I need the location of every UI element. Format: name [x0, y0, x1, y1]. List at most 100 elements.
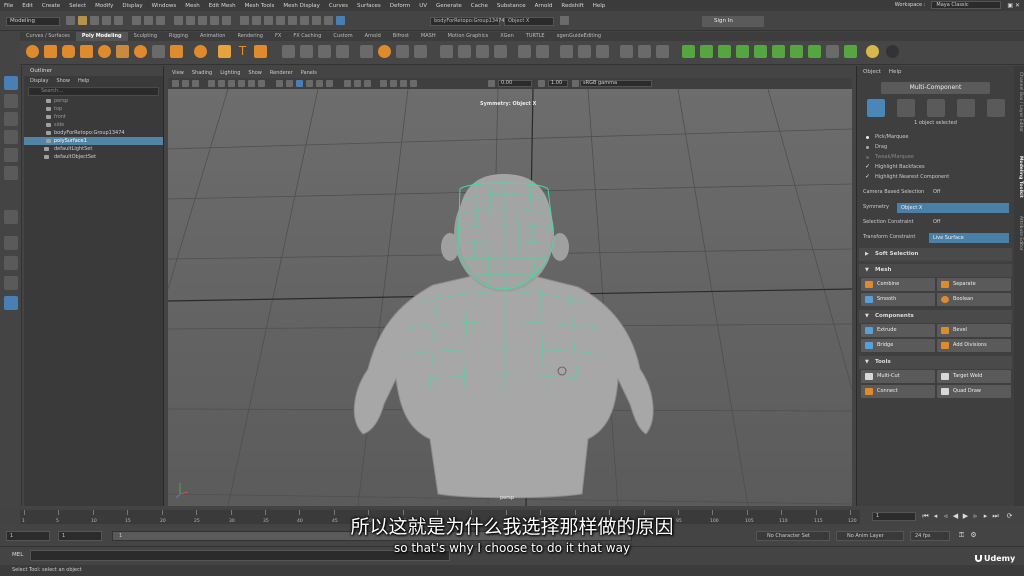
edge-mode-icon[interactable] [927, 99, 945, 117]
shelf-tab-bifrost[interactable]: Bifrost [387, 32, 415, 41]
window-controls-icon[interactable]: ▣ ✕ [1007, 2, 1020, 9]
outliner-row-side[interactable]: side [24, 121, 163, 129]
menu-help[interactable]: Help [593, 3, 606, 9]
viewport-menu-shading[interactable]: Shading [192, 68, 212, 78]
outliner-row-front[interactable]: front [24, 113, 163, 121]
anti-aliasing-icon[interactable] [364, 80, 371, 87]
poly-cylinder-icon[interactable] [62, 45, 75, 58]
shelf-tab-motion-graphics[interactable]: Motion Graphics [442, 32, 495, 41]
vertex-mode-icon[interactable] [897, 99, 915, 117]
snap-curve-icon[interactable] [186, 16, 195, 25]
mesh-section[interactable]: ▼ Mesh [859, 264, 1012, 277]
menu-file[interactable]: File [4, 3, 13, 9]
poly-plane-icon[interactable] [116, 45, 129, 58]
drag-option[interactable]: Drag [857, 142, 1014, 152]
outliner-row-object-set[interactable]: defaultObjectSet [24, 153, 163, 161]
symmetry-dropdown-toolkit[interactable]: Object X [897, 203, 1009, 213]
toolkit-menu-object[interactable]: Object [863, 66, 881, 78]
menu-redshift[interactable]: Redshift [561, 3, 583, 9]
select-tool-icon[interactable] [4, 76, 18, 90]
outliner-row-light-set[interactable]: defaultLightSet [24, 145, 163, 153]
save-scene-icon[interactable] [90, 16, 99, 25]
pick-marquee-option[interactable]: Pick/Marquee [857, 132, 1014, 142]
four-view-icon[interactable] [4, 256, 18, 270]
select-object-icon[interactable] [144, 16, 153, 25]
multi-cut-button[interactable]: Multi-Cut [861, 370, 935, 383]
add-divisions-button[interactable]: Add Divisions [937, 339, 1011, 352]
shelf-tab-curves-surfaces[interactable]: Curves / Surfaces [20, 32, 76, 41]
target-weld-icon[interactable] [638, 45, 651, 58]
highlight-backfaces-checkbox[interactable]: ✓ Highlight Backfaces [857, 162, 1014, 172]
menu-windows[interactable]: Windows [152, 3, 177, 9]
outliner-menu-help[interactable]: Help [78, 76, 89, 86]
reduce-icon[interactable] [378, 45, 391, 58]
shelf-tab-fx[interactable]: FX [269, 32, 287, 41]
redshift-render-icon[interactable] [324, 16, 333, 25]
motion-blur-icon[interactable] [354, 80, 361, 87]
grid-icon[interactable] [208, 80, 215, 87]
cut-uv-icon[interactable] [808, 45, 821, 58]
menu-display[interactable]: Display [122, 3, 142, 9]
dss-icon[interactable] [866, 45, 879, 58]
fill-hole-icon[interactable] [536, 45, 549, 58]
camera-based-value[interactable]: Off [933, 185, 940, 200]
separate-icon[interactable] [300, 45, 313, 58]
transform-constraint-row[interactable]: Transform Constraint Live Surface [857, 230, 1014, 245]
viewport-menu-view[interactable]: View [172, 68, 184, 78]
camera-based-selection-row[interactable]: Camera Based Selection Off [857, 185, 1014, 200]
menu-mesh-display[interactable]: Mesh Display [283, 3, 320, 9]
shelf-tab-sculpting[interactable]: Sculpting [128, 32, 163, 41]
xray-joints-icon[interactable] [400, 80, 407, 87]
hypershade-icon[interactable] [300, 16, 309, 25]
shelf-tab-fx-caching[interactable]: FX Caching [287, 32, 327, 41]
super-shape-icon[interactable] [170, 45, 183, 58]
snap-point-icon[interactable] [198, 16, 207, 25]
boolean-button[interactable]: Boolean [937, 293, 1011, 306]
viewport-menu-panels[interactable]: Panels [301, 68, 317, 78]
tools-section[interactable]: ▼ Tools [859, 356, 1012, 369]
planar-uv-icon[interactable] [700, 45, 713, 58]
menu-modify[interactable]: Modify [95, 3, 113, 9]
boolean-union-icon[interactable] [336, 45, 349, 58]
poly-disc-icon[interactable] [134, 45, 147, 58]
mirror-icon[interactable] [440, 45, 453, 58]
safe-action-icon[interactable] [258, 80, 265, 87]
ambient-occlusion-icon[interactable] [344, 80, 351, 87]
snap-surface-icon[interactable] [222, 16, 231, 25]
scale-tool-icon[interactable] [4, 166, 18, 180]
redo-icon[interactable] [114, 16, 123, 25]
highlight-nearest-checkbox[interactable]: ✓ Highlight Nearest Component [857, 172, 1014, 182]
field-chart-icon[interactable] [248, 80, 255, 87]
menuset-dropdown[interactable]: Modeling [6, 17, 60, 26]
multi-component-button[interactable]: Multi-Component [881, 82, 990, 94]
unfold-uv-icon[interactable] [754, 45, 767, 58]
render-view-icon[interactable] [252, 16, 261, 25]
shelf-tab-xgen[interactable]: XGen [494, 32, 520, 41]
render-settings-icon[interactable] [288, 16, 297, 25]
insert-edge-loop-icon[interactable] [578, 45, 591, 58]
menu-deform[interactable]: Deform [390, 3, 410, 9]
snap-grid-icon[interactable] [174, 16, 183, 25]
outliner-search-input[interactable]: Search... [28, 87, 159, 96]
bevel-button[interactable]: Bevel [937, 324, 1011, 337]
outliner-row-group[interactable]: bodyForRetopo:Group13474 [24, 129, 163, 137]
exposure-icon[interactable] [488, 80, 495, 87]
smooth-button[interactable]: Smooth [861, 293, 935, 306]
open-scene-icon[interactable] [78, 16, 87, 25]
tab-channel-box[interactable]: Channel Box / Layer Editor [1015, 72, 1023, 132]
svg-tool-icon[interactable] [254, 45, 267, 58]
outliner-menu-display[interactable]: Display [30, 76, 48, 86]
viewport-menu-show[interactable]: Show [248, 68, 262, 78]
poly-cube-icon[interactable] [44, 45, 57, 58]
shelf-tab-xgen-guide-editing[interactable]: xgenGuideEditing [551, 32, 607, 41]
toggle-uv-icon[interactable] [844, 45, 857, 58]
uv-editor-icon[interactable] [682, 45, 695, 58]
use-all-lights-icon[interactable] [316, 80, 323, 87]
append-polygon-icon[interactable] [518, 45, 531, 58]
ipr-render-icon[interactable] [276, 16, 285, 25]
gamma-icon[interactable] [538, 80, 545, 87]
type-tool-icon[interactable]: T [236, 45, 249, 58]
selection-constraint-row[interactable]: Selection Constraint Off [857, 215, 1014, 230]
sidebar-toggle-icon[interactable] [560, 16, 569, 25]
shelf-tab-rigging[interactable]: Rigging [163, 32, 194, 41]
